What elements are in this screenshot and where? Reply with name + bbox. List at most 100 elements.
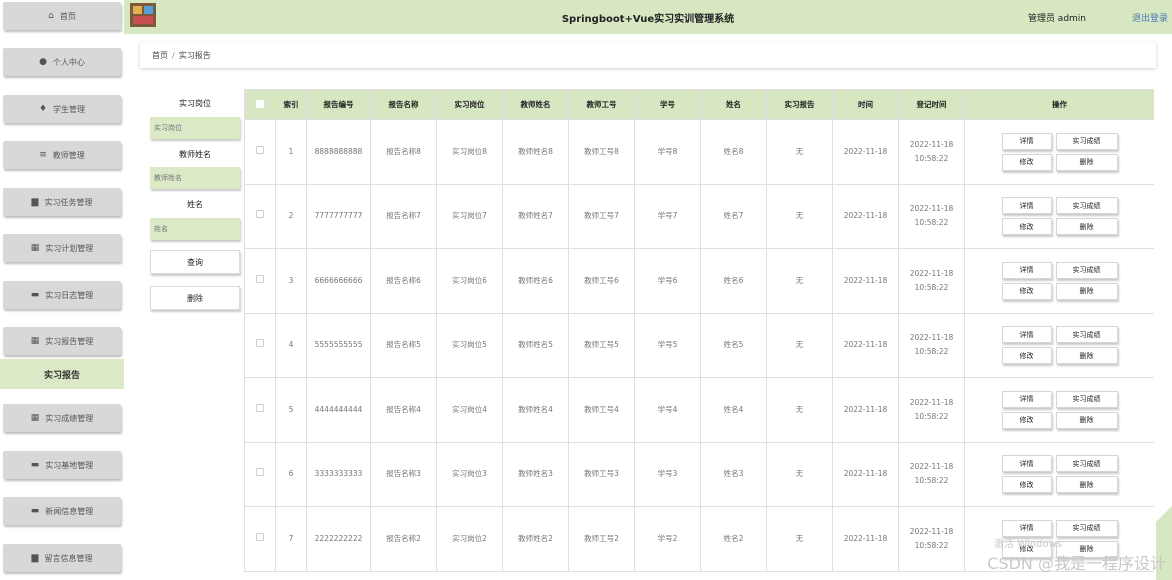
edit-button[interactable]: 修改 [1001,411,1052,429]
delete-button[interactable]: 删除 [1055,476,1118,494]
sidebar-item-news[interactable]: ▬ 新闻信息管理 [3,497,121,525]
cell-actions: 详情 实习成绩 修改 删除 [964,441,1154,507]
row-checkbox[interactable] [244,441,276,507]
checkbox-icon[interactable] [256,145,264,154]
cell-register-time: 2022-11-18 10:58:22 [898,248,965,314]
score-button[interactable]: 实习成绩 [1055,326,1118,344]
detail-button[interactable]: 详情 [1001,455,1052,473]
sidebar-item-logs[interactable]: ▬ 实习日志管理 [3,281,121,309]
teacher-search-input[interactable] [150,167,240,189]
checkbox-icon[interactable] [256,468,264,477]
register-date: 2022-11-18 [909,139,954,149]
cell-idx: 5 [275,377,307,443]
delete-button[interactable]: 删除 [1055,347,1118,365]
checkbox-icon[interactable] [256,339,264,348]
sidebar-item-plans[interactable]: ▦ 实习计划管理 [3,234,121,262]
sidebar-item-bases[interactable]: ▬ 实习基地管理 [3,451,121,479]
row-checkbox[interactable] [244,377,276,443]
row-checkbox[interactable] [244,248,276,314]
edit-button[interactable]: 修改 [1001,218,1052,236]
app-title: Springboot+Vue实习实训管理系统 [561,14,735,25]
cell-register-time: 2022-11-18 10:58:22 [898,183,965,249]
checkbox-icon[interactable] [256,403,264,412]
cell-sname: 姓名6 [700,248,767,314]
sidebar-item-personal[interactable]: ● 个人中心 [3,48,121,76]
batch-delete-button[interactable]: 删除 [150,286,240,310]
sidebar-item-teachers[interactable]: ≡ 教师管理 [3,141,121,169]
detail-button[interactable]: 详情 [1001,326,1052,344]
cell-code: 6666666666 [306,248,371,314]
cell-sname: 姓名4 [700,377,767,443]
sidebar-item-reports[interactable]: ▦ 实习报告管理 [3,327,121,355]
edit-button[interactable]: 修改 [1001,476,1052,494]
sidebar-item-label: 首页 [59,11,76,21]
cell-sname: 姓名3 [700,441,767,507]
user-icon: ● [39,57,47,67]
sidebar-item-label: 实习基地管理 [45,460,94,470]
search-label-post: 实习岗位 [179,99,211,108]
cell-teacher: 教师姓名4 [502,377,569,443]
detail-button[interactable]: 详情 [1001,132,1052,150]
detail-button[interactable]: 详情 [1001,197,1052,215]
delete-button[interactable]: 删除 [1055,411,1118,429]
sidebar-item-home[interactable]: ⌂ 首页 [3,2,121,30]
score-button[interactable]: 实习成绩 [1055,519,1118,537]
cell-date: 2022-11-18 [832,312,899,378]
column-header: 教师工号 [568,89,635,120]
register-date: 2022-11-18 [909,462,954,472]
delete-button[interactable]: 删除 [1055,153,1118,171]
edit-button[interactable]: 修改 [1001,153,1052,171]
row-checkbox[interactable] [244,506,276,572]
sidebar-item-students[interactable]: ♦ 学生管理 [3,95,121,123]
score-button[interactable]: 实习成绩 [1055,132,1118,150]
checkbox-icon[interactable] [256,274,264,283]
table-row: 2 7777777777 报告名称7 实习岗位7 教师姓名7 教师工号7 学号7 姓名7 无 20… [244,183,1154,249]
edit-button[interactable]: 修改 [1001,282,1052,300]
checkbox-icon[interactable] [256,99,264,108]
sidebar-item-messages[interactable]: ▆ 留言信息管理 [3,544,121,572]
select-all-checkbox[interactable] [244,89,276,120]
sidebar-item-label: 实习日志管理 [45,290,94,300]
activate-windows-text: 激活 Windows [994,539,1062,550]
row-checkbox[interactable] [244,183,276,249]
score-button[interactable]: 实习成绩 [1055,197,1118,215]
monitor-icon: ▬ [30,290,40,300]
score-button[interactable]: 实习成绩 [1055,261,1118,279]
row-checkbox[interactable] [244,312,276,378]
query-button[interactable]: 查询 [150,250,240,274]
cell-register-time: 2022-11-18 10:58:22 [898,506,965,572]
cell-code: 2222222222 [306,506,371,572]
sidebar-subitem-report[interactable]: 实习报告 [0,359,124,389]
logout-link[interactable]: 退出登录 [1132,11,1168,24]
cell-tno: 教师工号4 [568,377,635,443]
breadcrumb-home[interactable]: 首页 [152,50,168,61]
table-row: 1 8888888888 报告名称8 实习岗位8 教师姓名8 教师工号8 学号8 姓名8 无 20… [244,119,1154,185]
column-header: 教师姓名 [502,89,569,120]
cell-report: 无 [766,506,833,572]
list-icon: ≡ [39,150,47,160]
grid-icon: ▦ [30,413,40,423]
sidebar-item-tasks[interactable]: ▆ 实习任务管理 [3,188,121,216]
column-header: 报告名称 [370,89,437,120]
folder-icon: ▆ [31,553,39,563]
row-checkbox[interactable] [244,119,276,185]
delete-button[interactable]: 删除 [1055,218,1118,236]
detail-button[interactable]: 详情 [1001,261,1052,279]
edit-button[interactable]: 修改 [1001,347,1052,365]
checkbox-icon[interactable] [256,532,264,541]
delete-button[interactable]: 删除 [1055,282,1118,300]
cell-teacher: 教师姓名7 [502,183,569,249]
sidebar-subitem-label: 实习报告 [43,370,80,381]
score-button[interactable]: 实习成绩 [1055,455,1118,473]
checkbox-icon[interactable] [256,210,264,219]
name-search-input[interactable] [150,218,240,240]
score-button[interactable]: 实习成绩 [1055,390,1118,408]
post-search-input[interactable] [150,117,240,139]
register-date: 2022-11-18 [909,397,954,407]
column-header: 实习岗位 [436,89,503,120]
sidebar-item-label: 留言信息管理 [44,553,93,563]
sidebar-item-label: 新闻信息管理 [45,506,94,516]
sidebar-item-scores[interactable]: ▦ 实习成绩管理 [3,404,121,432]
detail-button[interactable]: 详情 [1001,390,1052,408]
column-header: 操作 [964,89,1154,120]
